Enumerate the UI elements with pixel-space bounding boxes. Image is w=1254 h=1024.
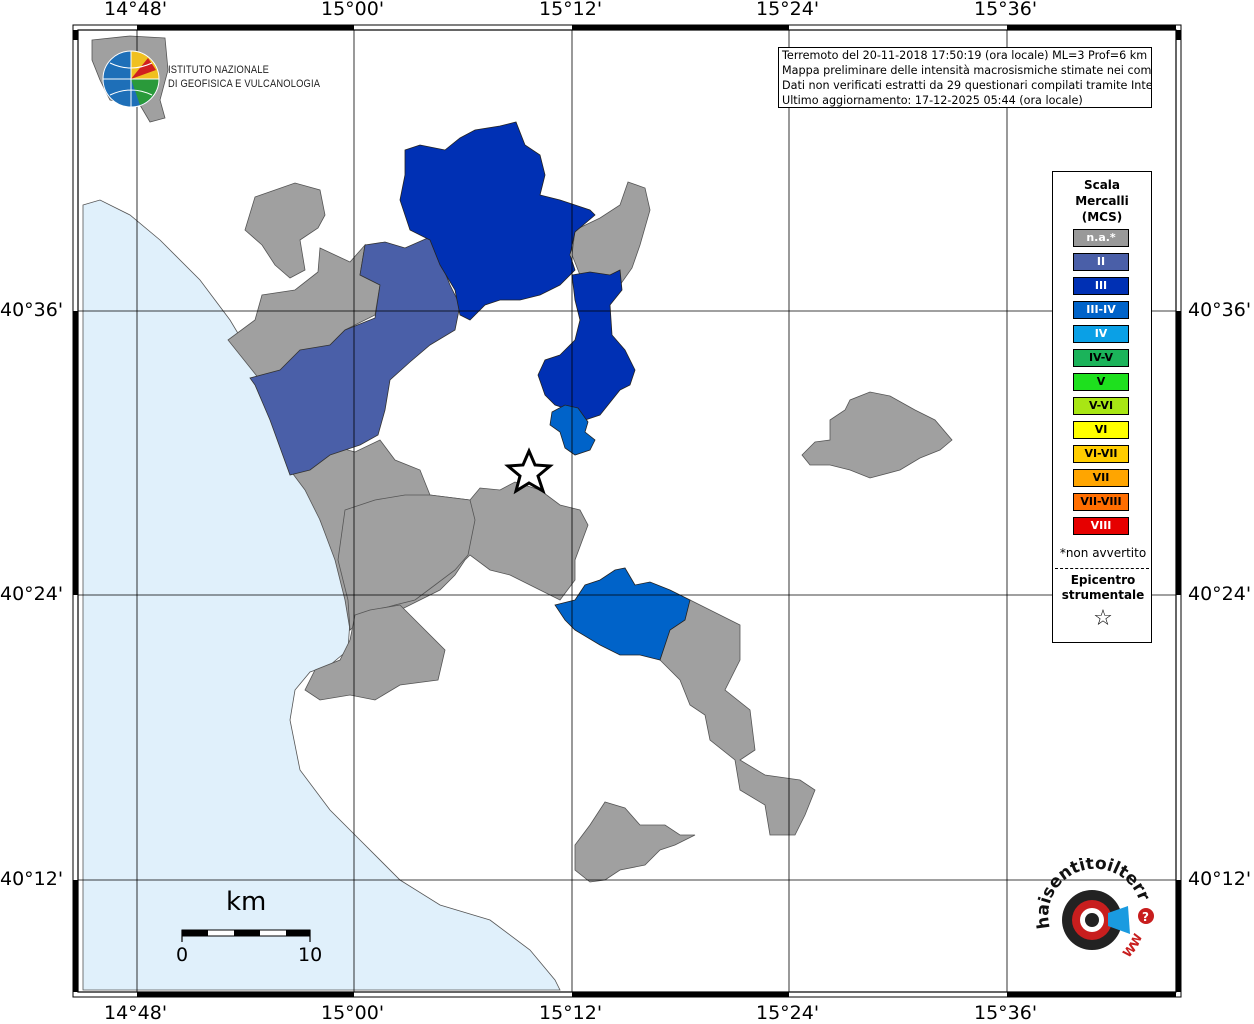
municipality-na: [337, 494, 476, 631]
legend-title-line: Mercalli: [1075, 194, 1129, 208]
legend-item: IV-V: [1073, 349, 1129, 367]
scale-unit: km: [226, 887, 267, 917]
legend-item: V-VI: [1073, 397, 1129, 415]
legend-epicenter-label: Epicentro strumentale: [1053, 573, 1153, 603]
lat-label-right: 40°36': [1188, 299, 1252, 321]
municipality-na: [571, 181, 651, 286]
star-icon: ☆: [1093, 606, 1113, 631]
legend-item: VI-VII: [1073, 445, 1129, 463]
scale-max: 10: [298, 944, 323, 966]
legend-item: VII: [1073, 469, 1129, 487]
question-icon: ?: [1142, 910, 1149, 924]
legend-note: *non avvertito: [1059, 546, 1147, 560]
legend-item: n.a.*: [1073, 229, 1129, 247]
lon-label-top: 15°00': [321, 0, 385, 20]
municipality-na: [574, 801, 696, 883]
hai-sentito-logo: haisentitoilterremoto.it WWW. ?: [1030, 858, 1154, 960]
legend-epicenter-line: strumentale: [1061, 588, 1145, 602]
event-info-line: Ultimo aggiornamento: 17-12-2025 05:44 (…: [782, 94, 1083, 107]
ingv-name-line1: ISTITUTO NAZIONALE: [168, 64, 270, 76]
legend-item: VI: [1073, 421, 1129, 439]
lon-label-top: 15°36': [974, 0, 1038, 20]
legend-item: V: [1073, 373, 1129, 391]
lon-label-bottom: 15°36': [974, 1002, 1038, 1024]
intensity-legend: Scala Mercalli (MCS) n.a.* II III III-IV IV I…: [1052, 171, 1152, 643]
lat-label-left: 40°12': [0, 868, 64, 890]
legend-item: VII-VIII: [1073, 493, 1129, 511]
legend-divider: [1055, 568, 1149, 569]
legend-title-line: (MCS): [1081, 210, 1123, 224]
ingv-globe-logo: [102, 50, 160, 108]
lat-label-right: 40°12': [1188, 868, 1252, 890]
municipality-na: [801, 391, 953, 479]
legend-epicenter-line: Epicentro: [1070, 573, 1136, 587]
lon-label-top: 15°24': [756, 0, 820, 20]
legend-title: Scala Mercalli (MCS): [1053, 177, 1151, 225]
legend-item: IV: [1073, 325, 1129, 343]
lat-label-left: 40°36': [0, 299, 64, 321]
event-info-line: Mappa preliminare delle intensità macros…: [782, 64, 1152, 77]
lat-label-right: 40°24': [1188, 583, 1252, 605]
lon-label-top: 15°12': [539, 0, 603, 20]
legend-item: III: [1073, 277, 1129, 295]
lon-label-bottom: 15°00': [321, 1002, 385, 1024]
lon-label-bottom: 15°24': [756, 1002, 820, 1024]
municipality-na: [659, 599, 816, 836]
scale-min: 0: [176, 944, 189, 966]
legend-item: VIII: [1073, 517, 1129, 535]
lon-label-bottom: 14°48': [104, 1002, 168, 1024]
event-info-line: Terremoto del 20-11-2018 17:50:19 (ora l…: [782, 49, 1148, 62]
event-info-line: Dati non verificati estratti da 29 quest…: [782, 79, 1152, 92]
legend-item: II: [1073, 253, 1129, 271]
lat-label-left: 40°24': [0, 583, 64, 605]
municipality-iii: [537, 269, 636, 421]
event-info-box: Terremoto del 20-11-2018 17:50:19 (ora l…: [778, 47, 1152, 108]
legend-item: III-IV: [1073, 301, 1129, 319]
lon-label-top: 14°48': [104, 0, 168, 20]
municipality-na: [244, 182, 326, 279]
legend-title-line: Scala: [1083, 178, 1121, 192]
ingv-name-line2: DI GEOFISICA E VULCANOLOGIA: [168, 78, 321, 90]
lon-label-bottom: 15°12': [539, 1002, 603, 1024]
